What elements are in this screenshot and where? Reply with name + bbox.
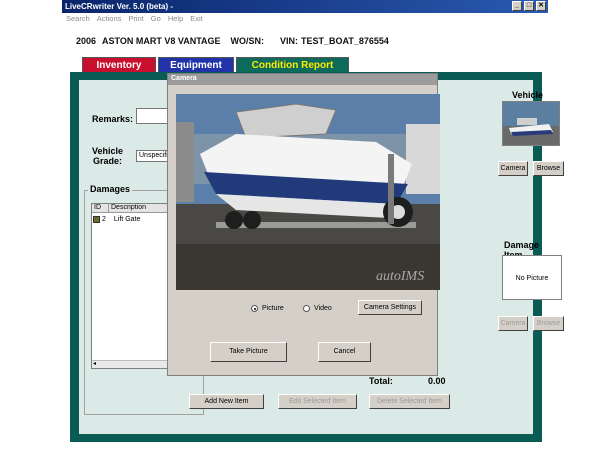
menu-search[interactable]: Search [66,14,90,25]
damages-list[interactable]: ID Description 2 Lift Gate ◂ [91,203,171,369]
wo-label: WO/SN: [230,36,265,46]
camera-dialog: Camera autoIMS Picture Video Camera Sett… [167,73,440,376]
vehicle-thumbnail-image [503,102,559,145]
video-radio-label: Video [314,305,332,312]
title-bar: LiveCRwriter Ver. 5.0 (beta) - _ □ ✕ [62,0,548,13]
edit-selected-item-button[interactable]: Edit Selected Item [278,394,357,409]
app-window: LiveCRwriter Ver. 5.0 (beta) - _ □ ✕ Sea… [62,0,564,450]
picture-radio-dot[interactable] [251,305,258,312]
vehicle-browse-button[interactable]: Browse [533,161,564,176]
vin-label: VIN: [280,36,299,46]
maximize-button[interactable]: □ [524,1,534,11]
cancel-button[interactable]: Cancel [318,342,371,362]
video-radio[interactable]: Video [303,305,332,312]
vehicle-model: ASTON MART V8 VANTAGE [102,36,221,46]
scroll-left-icon[interactable]: ◂ [93,360,96,367]
picture-radio-label: Picture [262,305,284,312]
grade-label-line1: Vehicle [92,146,124,156]
minimize-button[interactable]: _ [512,1,522,11]
row-id: 2 [102,216,106,223]
vehicle-camera-button[interactable]: Camera [498,161,528,176]
delete-selected-item-button[interactable]: Delete Selected Item [369,394,450,409]
camera-preview-image: autoIMS [176,94,440,290]
add-new-item-button[interactable]: Add New Item [189,394,264,409]
column-id[interactable]: ID [92,204,108,213]
column-description[interactable]: Description [108,204,171,213]
vehicle-photo-label: Vehicle [512,90,544,100]
camera-preview: autoIMS [176,94,440,290]
menu-go[interactable]: Go [151,14,161,25]
video-radio-dot[interactable] [303,305,310,312]
damage-browse-button[interactable]: Browse [533,316,564,331]
tab-equipment[interactable]: Equipment [158,57,234,72]
total-value: 0.00 [428,376,446,386]
tab-condition-report[interactable]: Condition Report [236,57,349,72]
vehicle-photo-thumbnail [502,101,560,146]
menu-help[interactable]: Help [168,14,183,25]
row-description: Lift Gate [113,216,141,223]
close-button[interactable]: ✕ [536,1,546,11]
damage-photo-placeholder: No Picture [502,255,562,300]
menu-exit[interactable]: Exit [190,14,203,25]
total-label: Total: [369,376,393,386]
menu-bar: Search Actions Print Go Help Exit [62,14,548,25]
menu-actions[interactable]: Actions [97,14,122,25]
take-picture-button[interactable]: Take Picture [210,342,287,362]
camera-watermark: autoIMS [376,269,424,284]
camera-dialog-title: Camera [168,74,437,85]
vehicle-info: 2006 ASTON MART V8 VANTAGE WO/SN: VIN: T… [76,36,389,46]
table-row[interactable]: 2 Lift Gate [93,216,140,223]
list-scrollbar[interactable]: ◂ [92,360,170,368]
remarks-label: Remarks: [92,114,134,124]
damages-legend: Damages [88,184,133,194]
grade-label: Vehicle Grade: [92,146,123,166]
camera-settings-button[interactable]: Camera Settings [358,300,422,315]
vehicle-year: 2006 [76,36,97,46]
picture-radio[interactable]: Picture [251,305,284,312]
row-icon [93,216,100,223]
window-title: LiveCRwriter Ver. 5.0 (beta) - [65,2,174,11]
tab-inventory[interactable]: Inventory [82,57,156,72]
grade-label-line2: Grade: [93,156,123,166]
damage-camera-button[interactable]: Camera [498,316,528,331]
vin-value: TEST_BOAT_876554 [301,36,389,46]
menu-print[interactable]: Print [128,14,143,25]
